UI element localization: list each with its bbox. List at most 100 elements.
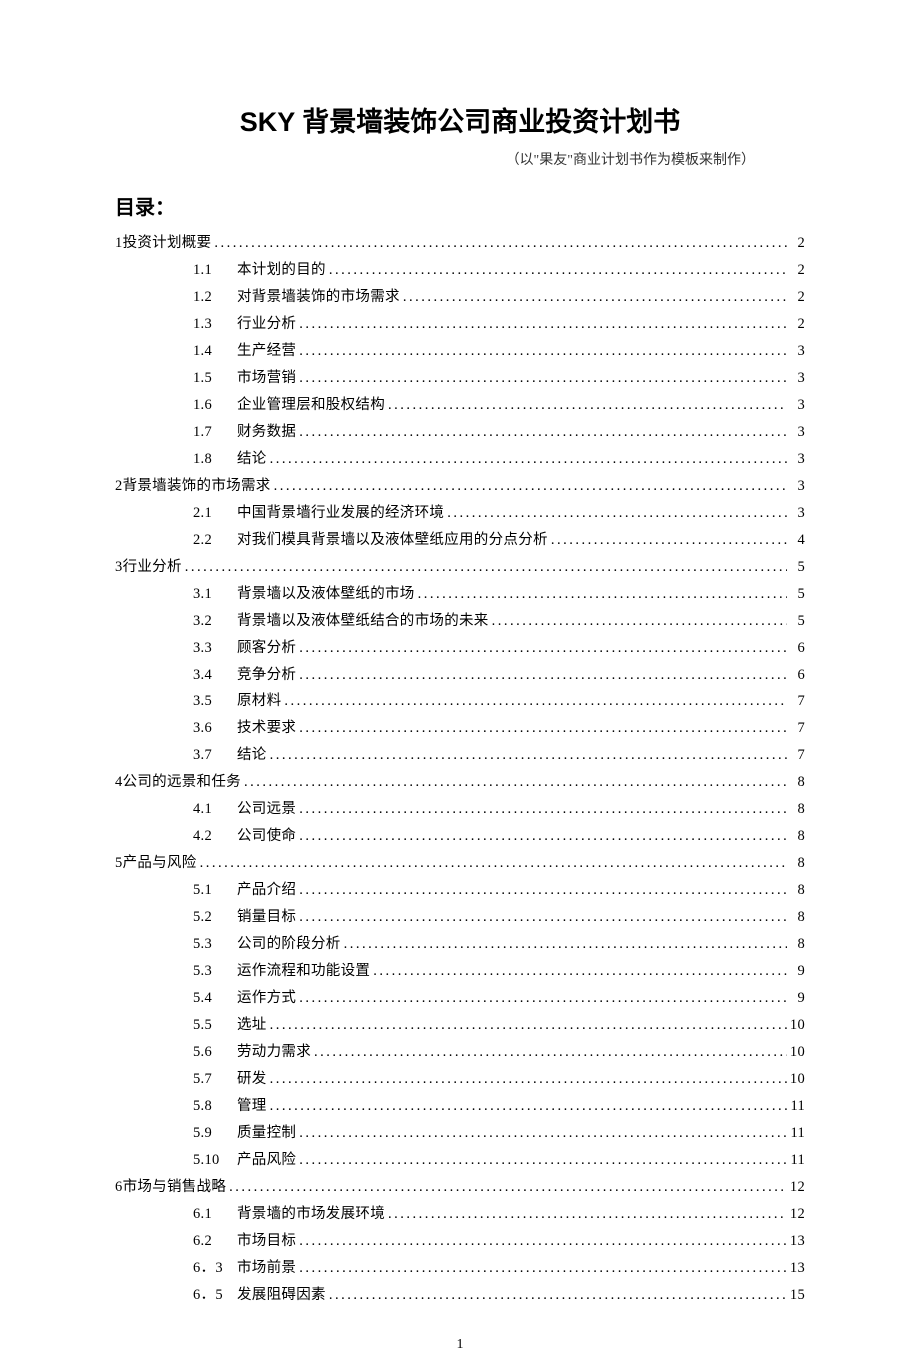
toc-entry-number: 3.3	[193, 635, 237, 662]
toc-leader-dots	[296, 662, 787, 689]
toc-leader-dots	[267, 1066, 787, 1093]
toc-entry-number: 1.6	[193, 392, 237, 419]
toc-entry-page: 13	[787, 1255, 805, 1282]
toc-leader-dots	[281, 688, 787, 715]
toc-entry-page: 8	[787, 823, 805, 850]
toc-entry: 3.2 背景墙以及液体壁纸结合的市场的未来5	[115, 608, 805, 635]
toc-entry-number: 3.7	[193, 742, 237, 769]
toc-entry: 3.5 原材料7	[115, 688, 805, 715]
toc-leader-dots	[489, 608, 787, 635]
toc-entry-page: 12	[787, 1174, 805, 1201]
toc-entry-number: 5.6	[193, 1039, 237, 1066]
toc-entry-label: 行业分析	[123, 554, 182, 581]
toc-entry-page: 3	[787, 419, 805, 446]
toc-entry-number: 1.3	[193, 311, 237, 338]
toc-leader-dots	[296, 419, 787, 446]
toc-entry: 6 市场与销售战略12	[115, 1174, 805, 1201]
toc-entry: 3.1 背景墙以及液体壁纸的市场5	[115, 581, 805, 608]
toc-entry-number: 1.8	[193, 446, 237, 473]
toc-entry: 6．5 发展阻碍因素 15	[115, 1282, 805, 1309]
toc-entry-page: 13	[787, 1228, 805, 1255]
toc-entry-page: 8	[787, 796, 805, 823]
toc-entry: 5 产品与风险8	[115, 850, 805, 877]
toc-leader-dots	[296, 796, 787, 823]
document-title: SKY 背景墙装饰公司商业投资计划书	[115, 100, 805, 139]
toc-entry-label: 研发	[237, 1066, 267, 1093]
toc-entry-page: 2	[787, 284, 805, 311]
toc-entry: 3.3 顾客分析6	[115, 635, 805, 662]
toc-entry-page: 5	[787, 581, 805, 608]
toc-leader-dots	[296, 338, 787, 365]
toc-entry-label: 企业管理层和股权结构	[237, 392, 385, 419]
toc-entry-number: 3.4	[193, 662, 237, 689]
toc-entry-number: 5.1	[193, 877, 237, 904]
toc-leader-dots	[296, 877, 787, 904]
toc-leader-dots	[548, 527, 787, 554]
toc-leader-dots	[370, 958, 787, 985]
toc-heading: 目录：	[115, 191, 805, 220]
toc-entry: 5.4 运作方式9	[115, 985, 805, 1012]
toc-leader-dots	[267, 1093, 787, 1120]
toc-entry-label: 市场前景	[237, 1255, 296, 1282]
toc-entry: 1.6 企业管理层和股权结构 3	[115, 392, 805, 419]
toc-entry-page: 10	[787, 1039, 805, 1066]
toc-entry-page: 8	[787, 904, 805, 931]
toc-entry-label: 结论	[237, 446, 267, 473]
toc-entry-page: 15	[787, 1282, 805, 1309]
toc-entry-page: 4	[787, 527, 805, 554]
toc-entry-page: 3	[787, 446, 805, 473]
toc-entry-number: 5	[115, 850, 123, 877]
toc-entry-page: 6	[787, 662, 805, 689]
toc-entry-label: 发展阻碍因素	[237, 1282, 326, 1309]
toc-entry-page: 10	[787, 1066, 805, 1093]
toc-leader-dots	[241, 769, 787, 796]
toc-entry-page: 9	[787, 985, 805, 1012]
toc-entry-number: 6．5	[193, 1282, 237, 1309]
toc-entry-number: 1.1	[193, 257, 237, 284]
toc-entry: 5.1 产品介绍8	[115, 877, 805, 904]
toc-leader-dots	[400, 284, 787, 311]
toc-entry-number: 2.2	[193, 527, 237, 554]
toc-entry: 5.6 劳动力需求10	[115, 1039, 805, 1066]
toc-entry: 2 背景墙装饰的市场需求3	[115, 473, 805, 500]
toc-entry-number: 3.1	[193, 581, 237, 608]
toc-entry: 6．3 市场前景13	[115, 1255, 805, 1282]
toc-entry-label: 公司的远景和任务	[123, 769, 241, 796]
toc-entry: 1.3 行业分析2	[115, 311, 805, 338]
toc-leader-dots	[211, 230, 787, 257]
toc-entry: 6.2 市场目标13	[115, 1228, 805, 1255]
toc-entry-number: 6	[115, 1174, 123, 1201]
toc-leader-dots	[296, 365, 787, 392]
toc-leader-dots	[415, 581, 787, 608]
toc-entry-label: 原材料	[237, 688, 281, 715]
toc-entry-label: 顾客分析	[237, 635, 296, 662]
document-subtitle: （以"果友"商业计划书作为模板来制作）	[115, 149, 805, 169]
toc-entry-number: 2	[115, 473, 123, 500]
toc-entry-label: 公司的阶段分析	[237, 931, 341, 958]
toc-entry-number: 5.8	[193, 1093, 237, 1120]
toc-entry-page: 3	[787, 392, 805, 419]
toc-entry-page: 3	[787, 500, 805, 527]
toc-entry-number: 5.7	[193, 1066, 237, 1093]
toc-leader-dots	[296, 1255, 787, 1282]
toc-entry: 1.1 本计划的目的2	[115, 257, 805, 284]
toc-entry-page: 2	[787, 311, 805, 338]
toc-entry-label: 对我们模具背景墙以及液体壁纸应用的分点分析	[237, 527, 548, 554]
toc-entry-label: 市场目标	[237, 1228, 296, 1255]
toc-entry-number: 5.2	[193, 904, 237, 931]
toc-entry: 5.8 管理11	[115, 1093, 805, 1120]
toc-entry-label: 财务数据	[237, 419, 296, 446]
toc-entry: 5.3 运作流程和功能设置9	[115, 958, 805, 985]
toc-leader-dots	[271, 473, 787, 500]
toc-entry-number: 4.2	[193, 823, 237, 850]
toc-entry-page: 7	[787, 715, 805, 742]
toc-leader-dots	[182, 554, 787, 581]
toc-entry: 3.6 技术要求7	[115, 715, 805, 742]
toc-leader-dots	[341, 931, 787, 958]
toc-leader-dots	[296, 635, 787, 662]
toc-entry-number: 4.1	[193, 796, 237, 823]
toc-entry-page: 8	[787, 850, 805, 877]
toc-entry: 1.4 生产经营3	[115, 338, 805, 365]
toc-entry: 4.2 公司使命8	[115, 823, 805, 850]
toc-entry-label: 背景墙的市场发展环境	[237, 1201, 385, 1228]
